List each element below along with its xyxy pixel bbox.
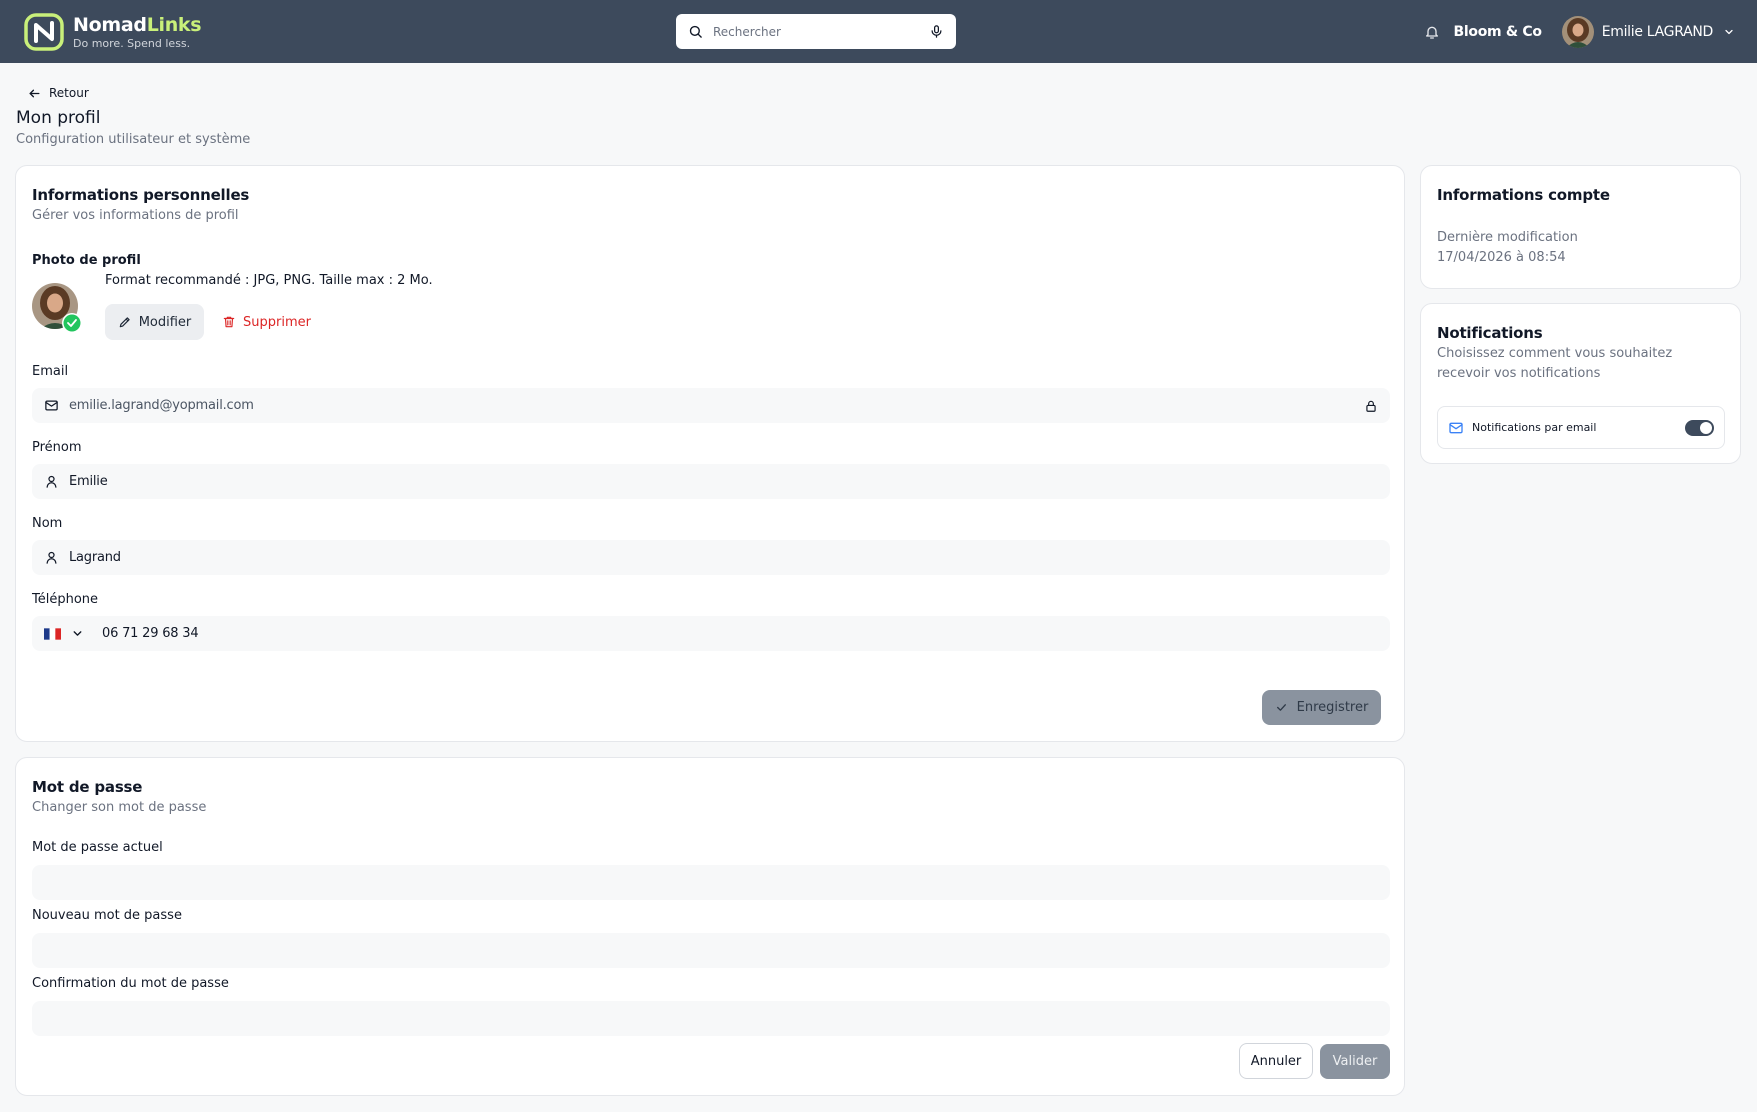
new-password-input[interactable] <box>32 933 1390 968</box>
personal-info-card: Informations personnelles Gérer vos info… <box>15 165 1405 742</box>
search-input[interactable] <box>713 24 929 39</box>
lastname-label: Nom <box>32 516 63 531</box>
email-notifications-toggle[interactable] <box>1685 419 1714 436</box>
account-info-card: Informations compte Dernière modificatio… <box>1420 165 1741 289</box>
email-notifications-label: Notifications par email <box>1472 421 1597 434</box>
firstname-label: Prénom <box>32 440 82 455</box>
user-avatar[interactable] <box>1561 15 1594 48</box>
lock-icon <box>1366 400 1376 412</box>
last-modified-value: 17/04/2026 à 08:54 <box>1437 250 1566 265</box>
country-selector[interactable] <box>44 627 84 640</box>
logo-icon <box>24 13 64 51</box>
firstname-input[interactable]: Emilie <box>69 474 1378 489</box>
email-value: emilie.lagrand@yopmail.com <box>69 398 254 413</box>
delete-photo-button[interactable]: Supprimer <box>222 304 311 340</box>
current-password-input[interactable] <box>32 865 1390 900</box>
profile-photo <box>32 283 82 333</box>
user-name[interactable]: Emilie LAGRAND <box>1602 24 1714 40</box>
page-title: Mon profil <box>16 108 101 128</box>
mail-icon <box>45 400 58 411</box>
pencil-icon <box>119 317 130 328</box>
search-bar[interactable] <box>676 14 956 49</box>
phone-field[interactable]: 06 71 29 68 34 <box>32 616 1390 651</box>
email-notifications-row: Notifications par email <box>1437 406 1725 449</box>
save-button[interactable]: Enregistrer <box>1262 690 1381 725</box>
user-icon <box>46 475 57 488</box>
arrow-left-icon <box>29 89 40 97</box>
current-password-label: Mot de passe actuel <box>32 840 163 855</box>
cancel-button[interactable]: Annuler <box>1239 1043 1313 1079</box>
trash-icon <box>223 316 235 328</box>
top-bar: NomadLinks Do more. Spend less. Bloom & … <box>0 0 1757 63</box>
password-subtitle: Changer son mot de passe <box>32 800 207 815</box>
back-label: Retour <box>49 86 89 100</box>
brand-logo[interactable]: NomadLinks Do more. Spend less. <box>24 13 202 51</box>
lastname-field[interactable]: Lagrand <box>32 540 1390 575</box>
back-link[interactable]: Retour <box>28 86 89 100</box>
phone-input[interactable]: 06 71 29 68 34 <box>102 626 1378 641</box>
account-info-title: Informations compte <box>1437 186 1610 204</box>
user-area: Bloom & Co Emilie LAGRAND <box>1424 14 1735 49</box>
phone-label: Téléphone <box>32 592 99 607</box>
brand-tagline: Do more. Spend less. <box>73 36 191 50</box>
chevron-down-icon <box>73 631 82 636</box>
photo-hint: Format recommandé : JPG, PNG. Taille max… <box>105 273 433 288</box>
chevron-down-icon[interactable] <box>1723 26 1735 38</box>
email-label: Email <box>32 364 69 379</box>
photo-label: Photo de profil <box>32 253 141 268</box>
france-flag-icon <box>44 627 61 640</box>
personal-info-subtitle: Gérer vos informations de profil <box>32 208 239 223</box>
personal-info-title: Informations personnelles <box>32 186 250 204</box>
brand-name: NomadLinks <box>73 13 202 36</box>
verified-badge <box>63 314 81 332</box>
check-icon <box>1276 704 1286 711</box>
page-subtitle: Configuration utilisateur et système <box>16 132 251 147</box>
company-name[interactable]: Bloom & Co <box>1454 24 1542 40</box>
new-password-label: Nouveau mot de passe <box>32 908 182 923</box>
lastname-input[interactable]: Lagrand <box>69 550 1378 565</box>
search-icon <box>689 25 702 38</box>
modify-label: Modifier <box>138 314 192 330</box>
password-card: Mot de passe Changer son mot de passe Mo… <box>15 757 1405 1096</box>
bell-icon[interactable] <box>1424 24 1440 40</box>
last-modified-label: Dernière modification <box>1437 230 1578 245</box>
user-icon <box>46 551 57 564</box>
modify-photo-button[interactable]: Modifier <box>105 304 204 340</box>
validate-button[interactable]: Valider <box>1320 1044 1390 1079</box>
firstname-field[interactable]: Emilie <box>32 464 1390 499</box>
delete-label: Supprimer <box>243 314 311 330</box>
notifications-card: Notifications Choisissez comment vous so… <box>1420 303 1741 464</box>
confirm-password-label: Confirmation du mot de passe <box>32 976 229 991</box>
save-label: Enregistrer <box>1296 700 1369 715</box>
password-title: Mot de passe <box>32 778 143 796</box>
confirm-password-input[interactable] <box>32 1001 1390 1036</box>
mail-icon <box>1449 422 1463 433</box>
notifications-subtitle: Choisissez comment vous souhaitez recevo… <box>1437 346 1673 381</box>
email-field: emilie.lagrand@yopmail.com <box>32 388 1390 423</box>
microphone-icon[interactable] <box>929 24 944 39</box>
notifications-title: Notifications <box>1437 324 1543 342</box>
